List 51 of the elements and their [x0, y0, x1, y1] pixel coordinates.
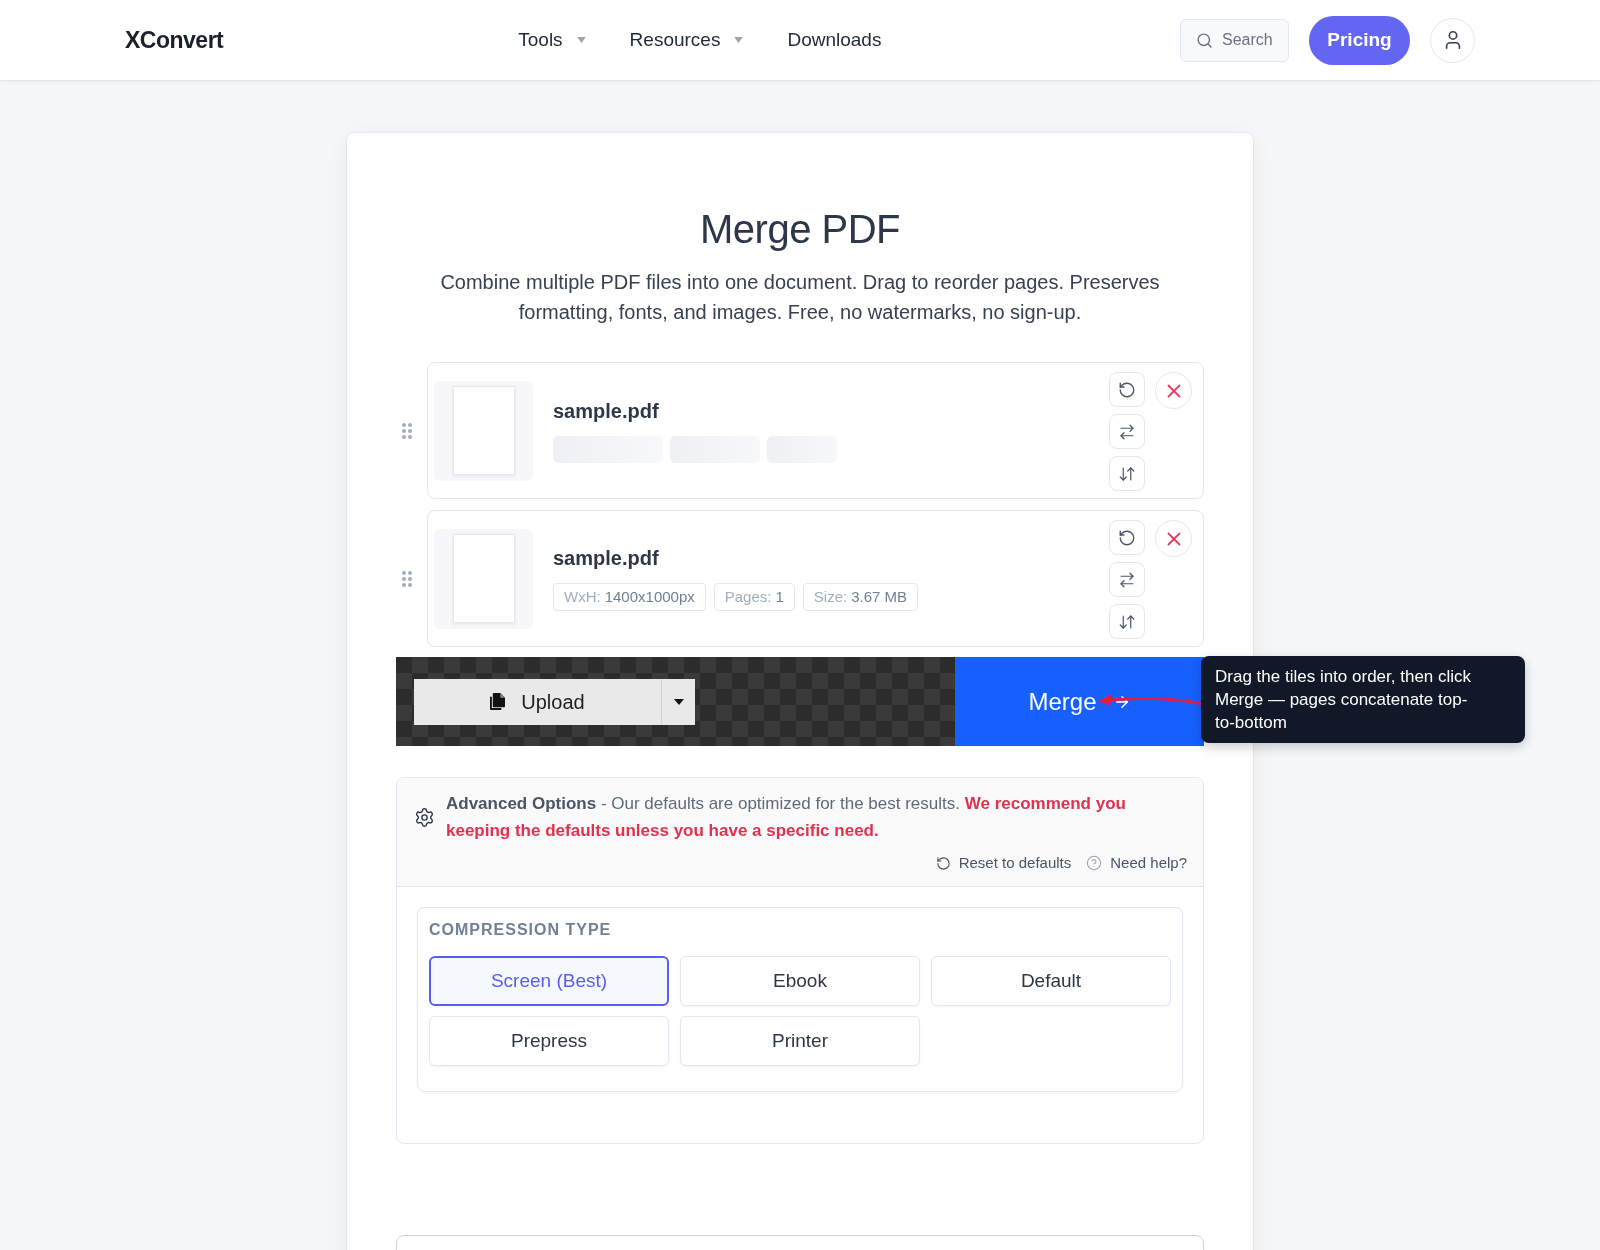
- file-info-tag: Pages: 1: [713, 583, 795, 611]
- horizontal-arrows-icon: [1118, 422, 1136, 441]
- swap-vertical-button[interactable]: [1109, 456, 1145, 491]
- compression-option[interactable]: Printer: [680, 1016, 920, 1066]
- file-name: sample.pdf: [553, 546, 660, 570]
- caret-down-icon: [673, 698, 684, 705]
- rotate-button[interactable]: [1109, 372, 1145, 407]
- rotate-icon: [1118, 380, 1136, 399]
- swap-horizontal-button[interactable]: [1109, 414, 1145, 449]
- help-link[interactable]: Need help?: [1086, 854, 1187, 872]
- pricing-button[interactable]: Pricing: [1309, 15, 1410, 65]
- rotate-button[interactable]: [1109, 520, 1145, 555]
- file-info-tag: Size: 3.67 MB: [802, 583, 919, 611]
- swap-vertical-button[interactable]: [1109, 604, 1145, 639]
- upload-button[interactable]: Upload: [414, 678, 661, 725]
- vertical-arrows-icon: [1118, 612, 1136, 631]
- compression-option[interactable]: Default: [931, 956, 1171, 1006]
- file-tile[interactable]: sample.pdf: [427, 362, 1204, 499]
- file-tile[interactable]: sample.pdf WxH: 1400x1000px Pages: 1 Size: 3.67 MB: [427, 510, 1204, 647]
- remove-button[interactable]: [1155, 372, 1192, 409]
- reset-link[interactable]: Reset to defaults: [935, 854, 1072, 872]
- nav-link[interactable]: Downloads: [787, 25, 882, 55]
- swap-horizontal-button[interactable]: [1109, 562, 1145, 597]
- search-icon: [1196, 31, 1213, 49]
- search-field[interactable]: Search: [1180, 18, 1289, 62]
- page-description: Combine multiple PDF files into one document. Drag to reorder pages. Preserves formatting, fonts, and images. Free, no watermarks, no sign-up.: [439, 270, 1161, 325]
- compression-option[interactable]: Prepress: [429, 1016, 669, 1066]
- merge-button[interactable]: Merge: [955, 657, 1204, 746]
- logo[interactable]: XConvert: [125, 22, 224, 58]
- advanced-options-text: Advanced Options - Our defaults are optimized for the best results. We recommend you keeping the defaults unless you have a specific need.: [446, 793, 1127, 842]
- settings-icon: [414, 806, 435, 828]
- documents-icon: [490, 693, 506, 710]
- rotate-icon: [1118, 528, 1136, 547]
- file-info-tag: WxH: 1400x1000px: [553, 583, 706, 611]
- section-label: COMPRESSION TYPE: [429, 921, 613, 939]
- tooltip: Drag the tiles into order, then click Merge — pages concatenate top-to-bottom: [1201, 656, 1525, 743]
- page-title: Merge PDF: [699, 206, 901, 253]
- account-button[interactable]: [1430, 17, 1475, 63]
- horizontal-arrows-icon: [1118, 570, 1136, 589]
- help-icon: [1086, 855, 1103, 871]
- compression-option[interactable]: Screen (Best): [429, 956, 669, 1006]
- reset-icon: [935, 855, 951, 871]
- file-name: sample.pdf: [553, 398, 660, 423]
- nav-link[interactable]: Tools: [518, 25, 586, 55]
- upload-options-button[interactable]: [661, 678, 695, 725]
- nav-link[interactable]: Resources: [629, 25, 744, 55]
- drag-handle-icon[interactable]: [402, 570, 412, 587]
- compression-option[interactable]: Ebook: [680, 956, 920, 1006]
- vertical-arrows-icon: [1118, 464, 1136, 483]
- drag-handle-icon[interactable]: [402, 422, 412, 439]
- remove-button[interactable]: [1155, 520, 1192, 557]
